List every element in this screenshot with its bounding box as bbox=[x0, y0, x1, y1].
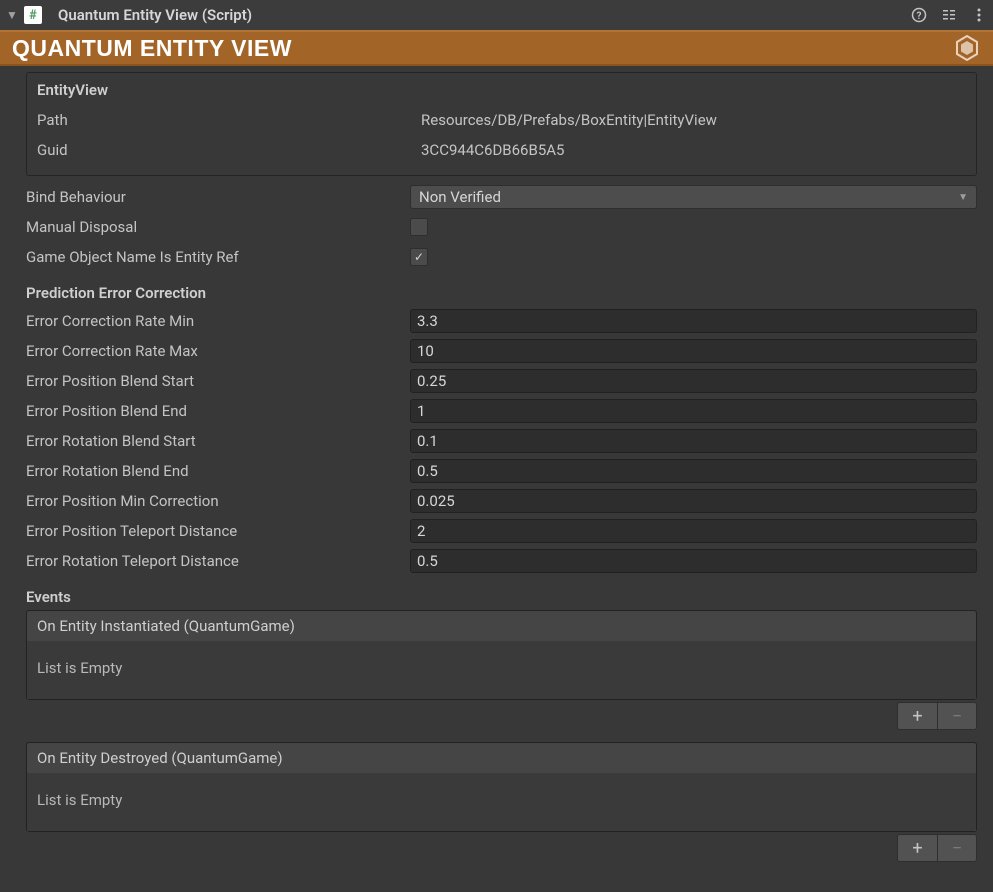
manual-disposal-checkbox[interactable] bbox=[410, 218, 428, 236]
component-header: ▼ # Quantum Entity View (Script) ? bbox=[0, 0, 993, 30]
error-position-blend-start-input[interactable] bbox=[410, 369, 977, 393]
event-header: On Entity Instantiated (QuantumGame) bbox=[27, 611, 976, 641]
chevron-down-icon: ▼ bbox=[958, 192, 968, 203]
error-position-min-correction-input[interactable] bbox=[410, 489, 977, 513]
bind-behaviour-label: Bind Behaviour bbox=[26, 188, 410, 206]
remove-listener-button[interactable]: − bbox=[937, 834, 977, 862]
error-rotation-blend-start-input[interactable] bbox=[410, 429, 977, 453]
guid-label: Guid bbox=[37, 141, 421, 159]
go-name-checkbox[interactable]: ✓ bbox=[410, 248, 428, 266]
error-correction-rate-max-input[interactable] bbox=[410, 339, 977, 363]
error-position-blend-end-input[interactable] bbox=[410, 399, 977, 423]
add-listener-button[interactable]: + bbox=[897, 702, 937, 730]
error-correction-rate-min-input[interactable] bbox=[410, 309, 977, 333]
field-label: Error Rotation Blend End bbox=[26, 462, 410, 480]
field-label: Error Correction Rate Max bbox=[26, 342, 410, 360]
manual-disposal-label: Manual Disposal bbox=[26, 218, 410, 236]
presets-icon[interactable] bbox=[941, 7, 957, 23]
kebab-menu-icon[interactable] bbox=[971, 7, 987, 23]
entityview-title: EntityView bbox=[37, 81, 966, 99]
path-label: Path bbox=[37, 111, 421, 129]
bind-behaviour-value: Non Verified bbox=[419, 188, 501, 206]
events-section-header: Events bbox=[26, 588, 977, 606]
go-name-label: Game Object Name Is Entity Ref bbox=[26, 248, 410, 266]
field-label: Error Position Min Correction bbox=[26, 492, 410, 510]
prediction-section-header: Prediction Error Correction bbox=[26, 284, 977, 302]
field-label: Error Position Blend Start bbox=[26, 372, 410, 390]
field-label: Error Position Blend End bbox=[26, 402, 410, 420]
quantum-logo-icon bbox=[953, 34, 981, 62]
entityview-infobox: EntityView Path Resources/DB/Prefabs/Box… bbox=[26, 72, 977, 176]
event-body: List is Empty bbox=[27, 773, 976, 831]
branding-banner: QUANTUM ENTITY VIEW bbox=[0, 30, 993, 66]
help-icon[interactable]: ? bbox=[911, 7, 927, 23]
on-entity-destroyed-event: On Entity Destroyed (QuantumGame) List i… bbox=[26, 742, 977, 832]
field-label: Error Rotation Blend Start bbox=[26, 432, 410, 450]
field-label: Error Correction Rate Min bbox=[26, 312, 410, 330]
add-listener-button[interactable]: + bbox=[897, 834, 937, 862]
component-title: Quantum Entity View (Script) bbox=[58, 6, 905, 24]
error-rotation-blend-end-input[interactable] bbox=[410, 459, 977, 483]
guid-value: 3CC944C6DB66B5A5 bbox=[421, 141, 564, 159]
error-rotation-teleport-distance-input[interactable] bbox=[410, 549, 977, 573]
field-label: Error Rotation Teleport Distance bbox=[26, 552, 410, 570]
path-value: Resources/DB/Prefabs/BoxEntity|EntityVie… bbox=[421, 111, 717, 129]
remove-listener-button[interactable]: − bbox=[937, 702, 977, 730]
event-body: List is Empty bbox=[27, 641, 976, 699]
event-header: On Entity Destroyed (QuantumGame) bbox=[27, 743, 976, 773]
foldout-arrow-icon[interactable]: ▼ bbox=[6, 8, 18, 22]
svg-text:?: ? bbox=[917, 11, 922, 22]
script-icon: # bbox=[24, 6, 42, 24]
banner-title: QUANTUM ENTITY VIEW bbox=[12, 35, 292, 62]
on-entity-instantiated-event: On Entity Instantiated (QuantumGame) Lis… bbox=[26, 610, 977, 700]
bind-behaviour-dropdown[interactable]: Non Verified ▼ bbox=[410, 185, 977, 209]
error-position-teleport-distance-input[interactable] bbox=[410, 519, 977, 543]
field-label: Error Position Teleport Distance bbox=[26, 522, 410, 540]
